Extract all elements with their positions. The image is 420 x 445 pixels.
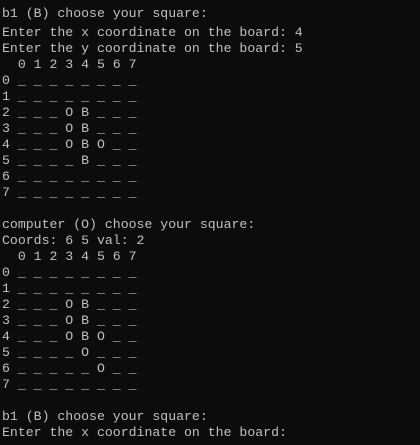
- board-row: 0 _ _ _ _ _ _ _ _: [2, 265, 137, 280]
- prompt-line: b1 (B) choose your square:: [2, 409, 208, 424]
- board-row: 6 _ _ _ _ _ _ _ _: [2, 169, 137, 184]
- input-y-line: Enter the y coordinate on the board: 5: [2, 41, 303, 56]
- input-x-line[interactable]: Enter the x coordinate on the board:: [2, 425, 287, 441]
- board-row: 1 _ _ _ _ _ _ _ _: [2, 281, 137, 296]
- board-row: 3 _ _ _ O B _ _ _: [2, 121, 137, 136]
- board-row: 7 _ _ _ _ _ _ _ _: [2, 185, 137, 200]
- board-row: 5 _ _ _ _ O _ _ _: [2, 345, 137, 360]
- board-row: 7 _ _ _ _ _ _ _ _: [2, 377, 137, 392]
- board-row: 2 _ _ _ O B _ _ _: [2, 297, 137, 312]
- board-row: 2 _ _ _ O B _ _ _: [2, 105, 137, 120]
- console-window[interactable]: b1 (B) choose your square: Enter the x c…: [0, 0, 420, 445]
- board-header-row: 0 1 2 3 4 5 6 7: [2, 57, 137, 72]
- board-row: 4 _ _ _ O B O _ _: [2, 137, 137, 152]
- board-row: 4 _ _ _ O B O _ _: [2, 329, 137, 344]
- prompt-line: b1 (B) choose your square:: [2, 6, 208, 21]
- board-row: 0 _ _ _ _ _ _ _ _: [2, 73, 137, 88]
- board-row: 6 _ _ _ _ _ O _ _: [2, 361, 137, 376]
- prompt-line: computer (O) choose your square:: [2, 217, 256, 232]
- coords-line: Coords: 6 5 val: 2: [2, 233, 145, 248]
- board-row: 5 _ _ _ _ B _ _ _: [2, 153, 137, 168]
- board-header-row: 0 1 2 3 4 5 6 7: [2, 249, 137, 264]
- input-x-line: Enter the x coordinate on the board: 4: [2, 25, 303, 40]
- board-row: 1 _ _ _ _ _ _ _ _: [2, 89, 137, 104]
- board-row: 3 _ _ _ O B _ _ _: [2, 313, 137, 328]
